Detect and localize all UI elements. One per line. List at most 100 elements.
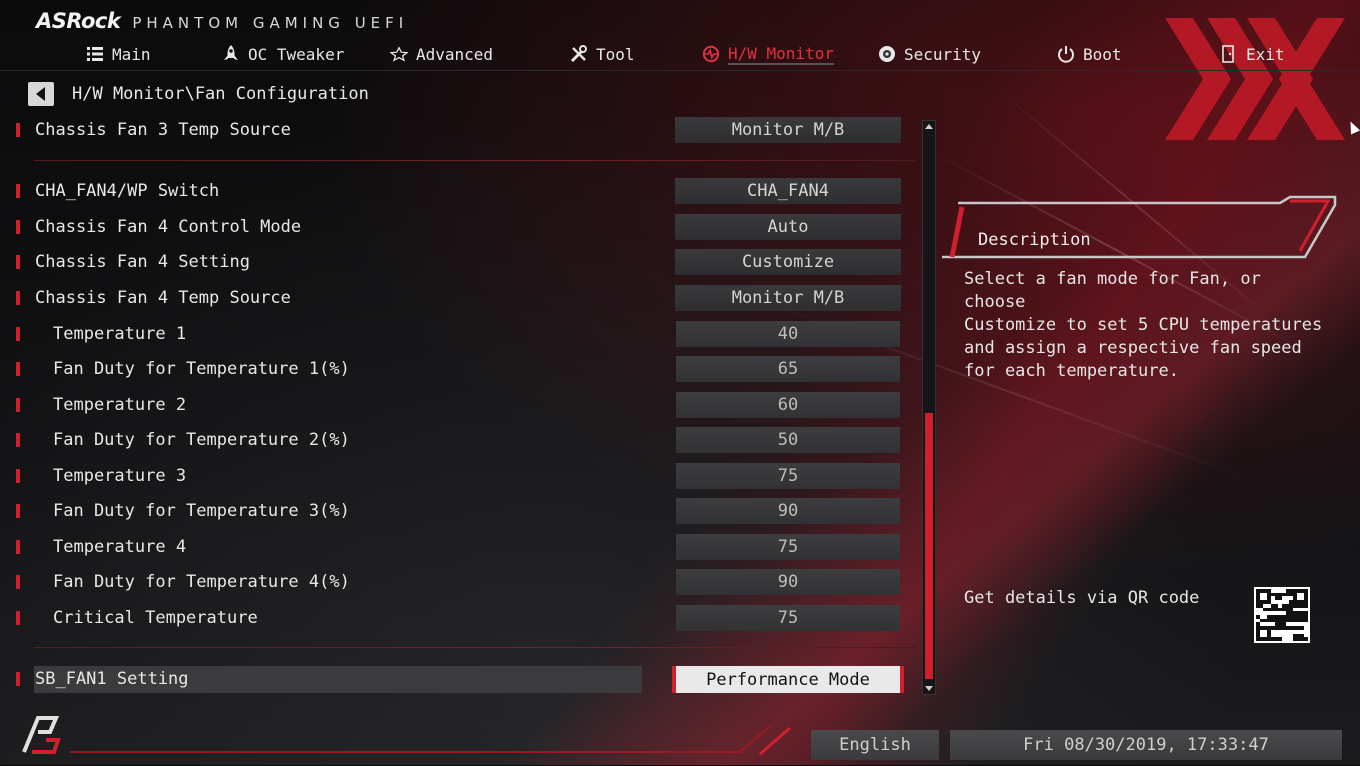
- tab-tool[interactable]: Tool: [570, 40, 635, 68]
- setting-label: SB_FAN1 Setting: [35, 669, 189, 689]
- exit-icon: [1220, 45, 1238, 63]
- qr-code: [1254, 587, 1310, 643]
- setting-value[interactable]: Auto: [675, 214, 901, 240]
- setting-label: Temperature 1: [53, 324, 187, 344]
- description-title: Description: [978, 230, 1091, 250]
- setting-row[interactable]: Chassis Fan 4 Temp Source Monitor M/B: [0, 285, 910, 311]
- tab-oc-tweaker[interactable]: OC Tweaker: [222, 40, 344, 68]
- setting-row[interactable]: Temperature 3 75: [0, 463, 910, 489]
- back-button[interactable]: [28, 82, 54, 106]
- row-marker: [16, 433, 20, 447]
- setting-label: Fan Duty for Temperature 1(%): [53, 359, 350, 379]
- row-marker: [16, 327, 20, 341]
- row-marker: [16, 398, 20, 412]
- setting-row[interactable]: Critical Temperature 75: [0, 605, 910, 631]
- setting-row[interactable]: CHA_FAN4/WP Switch CHA_FAN4: [0, 178, 910, 204]
- setting-value[interactable]: Performance Mode: [672, 666, 904, 693]
- star-icon: [390, 45, 408, 63]
- tab-exit-label: Exit: [1246, 44, 1285, 64]
- tools-icon: [570, 45, 588, 63]
- setting-row[interactable]: Temperature 4 75: [0, 534, 910, 560]
- setting-label: Temperature 3: [53, 466, 187, 486]
- setting-value-input[interactable]: 60: [676, 392, 900, 418]
- setting-row[interactable]: Chassis Fan 3 Temp Source Monitor M/B: [0, 117, 910, 143]
- setting-row[interactable]: Temperature 2 60: [0, 392, 910, 418]
- brand-subtitle: PHANTOM GAMING UEFI: [132, 14, 409, 32]
- setting-value-input[interactable]: 75: [676, 534, 900, 560]
- tab-hw-monitor[interactable]: H/W Monitor: [702, 40, 834, 68]
- tab-advanced[interactable]: Advanced: [390, 40, 493, 68]
- setting-value-input[interactable]: 90: [676, 498, 900, 524]
- setting-value-input[interactable]: 75: [676, 463, 900, 489]
- language-selector[interactable]: English: [811, 730, 939, 760]
- setting-value-input[interactable]: 75: [676, 605, 900, 631]
- setting-label: Temperature 2: [53, 395, 187, 415]
- setting-label: Fan Duty for Temperature 4(%): [53, 572, 350, 592]
- setting-label: Temperature 4: [53, 537, 187, 557]
- arrow-left-icon: [35, 87, 45, 101]
- top-nav: Main OC Tweaker Advanced Tool H/W Monito…: [0, 40, 1360, 68]
- setting-value[interactable]: Customize: [675, 249, 901, 275]
- scroll-up-arrow-icon[interactable]: [925, 124, 933, 129]
- setting-value[interactable]: Monitor M/B: [675, 117, 901, 143]
- setting-value-input[interactable]: 40: [676, 321, 900, 347]
- row-marker: [16, 469, 20, 483]
- power-icon: [1057, 45, 1075, 63]
- breadcrumb: H/W Monitor\Fan Configuration: [72, 84, 369, 104]
- section-divider: [34, 160, 916, 161]
- tab-advanced-label: Advanced: [416, 44, 494, 64]
- xx-logo-decoration: [1165, 18, 1345, 140]
- phantom-gaming-logo: [22, 716, 61, 754]
- row-marker: [16, 611, 20, 625]
- description-text: Select a fan mode for Fan, or choose Cus…: [964, 269, 1323, 381]
- setting-row[interactable]: Fan Duty for Temperature 3(%) 90: [0, 498, 910, 524]
- tab-boot[interactable]: Boot: [1057, 40, 1122, 68]
- setting-value[interactable]: Monitor M/B: [675, 285, 901, 311]
- row-marker: [16, 504, 20, 518]
- setting-label: Chassis Fan 3 Temp Source: [35, 120, 291, 140]
- row-marker: [16, 575, 20, 589]
- tab-main[interactable]: Main: [86, 40, 151, 68]
- shield-icon: [878, 45, 896, 63]
- setting-row-selected[interactable]: SB_FAN1 Setting Performance Mode: [0, 666, 910, 693]
- tab-oc-tweaker-label: OC Tweaker: [248, 44, 345, 64]
- row-marker: [16, 362, 20, 376]
- scrollbar[interactable]: [922, 120, 936, 695]
- tab-boot-label: Boot: [1083, 44, 1122, 64]
- setting-value[interactable]: CHA_FAN4: [675, 178, 901, 204]
- scroll-down-arrow-icon[interactable]: [925, 686, 933, 691]
- asrock-logo: ASRock: [36, 9, 121, 33]
- row-marker: [16, 540, 20, 554]
- setting-value-input[interactable]: 65: [676, 356, 900, 382]
- row-marker: [16, 184, 20, 198]
- setting-row[interactable]: Chassis Fan 4 Control Mode Auto: [0, 214, 910, 240]
- rocket-icon: [222, 45, 240, 63]
- monitor-icon: [702, 45, 720, 63]
- tab-tool-label: Tool: [596, 44, 635, 64]
- row-marker: [16, 291, 20, 305]
- datetime-display: Fri 08/30/2019, 17:33:47: [950, 730, 1342, 760]
- setting-label: Chassis Fan 4 Setting: [35, 252, 250, 272]
- setting-row[interactable]: Chassis Fan 4 Setting Customize: [0, 249, 910, 275]
- setting-value-input[interactable]: 90: [676, 569, 900, 595]
- setting-row[interactable]: Fan Duty for Temperature 4(%) 90: [0, 569, 910, 595]
- setting-row[interactable]: Fan Duty for Temperature 1(%) 65: [0, 356, 910, 382]
- row-marker: [16, 672, 20, 686]
- tab-hw-monitor-label: H/W Monitor: [728, 43, 834, 65]
- setting-label: Chassis Fan 4 Control Mode: [35, 217, 302, 237]
- row-marker: [16, 255, 20, 269]
- setting-row[interactable]: Temperature 1 40: [0, 321, 910, 347]
- row-marker: [16, 220, 20, 234]
- setting-value-input[interactable]: 50: [676, 427, 900, 453]
- tab-security-label: Security: [904, 44, 982, 64]
- setting-label: Fan Duty for Temperature 3(%): [53, 501, 350, 521]
- header-divider: [0, 70, 1360, 71]
- tab-exit[interactable]: Exit: [1220, 40, 1285, 68]
- tab-security[interactable]: Security: [878, 40, 981, 68]
- scrollbar-thumb[interactable]: [925, 413, 933, 679]
- setting-label: Critical Temperature: [53, 608, 258, 628]
- section-divider: [34, 647, 916, 648]
- row-marker: [16, 123, 20, 137]
- setting-row[interactable]: Fan Duty for Temperature 2(%) 50: [0, 427, 910, 453]
- setting-label: Chassis Fan 4 Temp Source: [35, 288, 291, 308]
